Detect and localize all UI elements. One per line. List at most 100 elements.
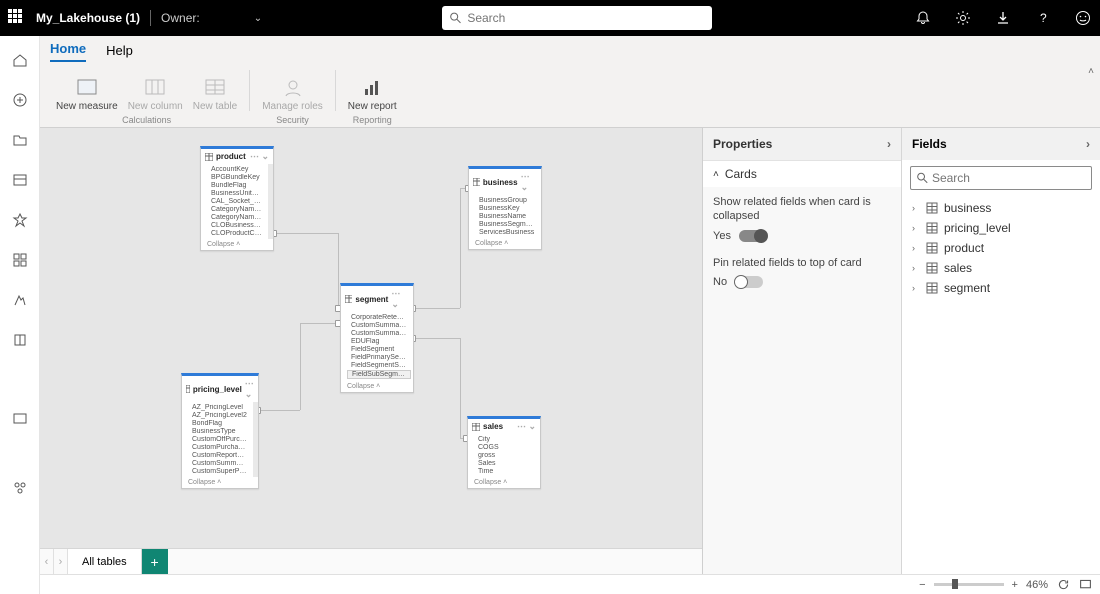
card-more-icon[interactable]: ⋯ ⌄: [521, 171, 537, 193]
card-collapse[interactable]: Collapse ˄: [182, 477, 258, 488]
toggle-pin-related[interactable]: [735, 276, 763, 288]
table-field[interactable]: BusinessName: [479, 213, 535, 220]
fields-item-sales[interactable]: ›sales: [902, 258, 1100, 278]
table-card-sales[interactable]: sales⋯ ⌄ CityCOGSgrossSalesTime Collapse…: [467, 416, 541, 489]
new-column-button[interactable]: New column: [124, 75, 187, 114]
card-more-icon[interactable]: ⋯ ⌄: [250, 151, 269, 162]
table-field[interactable]: CorporateRetentionFlag: [351, 314, 407, 321]
table-field[interactable]: BundleFlag: [211, 182, 262, 189]
help-icon[interactable]: ?: [1034, 9, 1052, 27]
notifications-icon[interactable]: [914, 9, 932, 27]
table-field[interactable]: City: [478, 436, 534, 443]
properties-section-cards[interactable]: ˄ Cards: [703, 160, 901, 187]
table-field[interactable]: Sales: [478, 460, 534, 467]
table-field[interactable]: Time: [478, 468, 534, 475]
owner-dropdown[interactable]: ⌄: [254, 13, 262, 24]
add-diagram-tab[interactable]: +: [142, 549, 168, 574]
fields-item-pricing_level[interactable]: ›pricing_level: [902, 218, 1100, 238]
fields-search[interactable]: [910, 166, 1092, 190]
table-field[interactable]: AZ_PricingLevel2: [192, 412, 247, 419]
download-icon[interactable]: [994, 9, 1012, 27]
table-field[interactable]: EDUFlag: [351, 338, 407, 345]
table-field[interactable]: CustomReportSummaryRateType: [192, 452, 247, 459]
ribbon-collapse-button[interactable]: ˄: [1088, 66, 1094, 77]
monitor-icon[interactable]: [10, 210, 30, 230]
app-launcher-icon[interactable]: [8, 9, 26, 27]
create-icon[interactable]: [10, 90, 30, 110]
toggle-show-related[interactable]: [739, 230, 767, 242]
reset-zoom-icon[interactable]: [1056, 578, 1070, 592]
card-more-icon[interactable]: ⋯ ⌄: [245, 378, 254, 400]
new-report-button[interactable]: New report: [344, 75, 401, 114]
table-field[interactable]: FieldSubSegment: [347, 370, 411, 379]
table-field[interactable]: AZ_PricingLevel: [192, 404, 247, 411]
table-field[interactable]: CAL_Socket_Flag: [211, 198, 262, 205]
table-field[interactable]: CategoryNameCRMField: [211, 206, 262, 213]
table-field[interactable]: CustomSummarySector: [351, 322, 407, 329]
onelake-icon[interactable]: [10, 170, 30, 190]
table-field[interactable]: BusinessGroup: [479, 197, 535, 204]
table-card-pricing-level[interactable]: pricing_level⋯ ⌄ AZ_PricingLevelAZ_Prici…: [181, 373, 259, 489]
table-field[interactable]: FieldSegmentSort: [351, 362, 407, 369]
card-collapse[interactable]: Collapse ˄: [468, 477, 540, 488]
settings-icon[interactable]: [954, 9, 972, 27]
table-field[interactable]: BondFlag: [192, 420, 247, 427]
fields-item-business[interactable]: ›business: [902, 198, 1100, 218]
table-field[interactable]: CategoryNameDetail: [211, 214, 262, 221]
home-icon[interactable]: [10, 50, 30, 70]
tab-home[interactable]: Home: [50, 41, 86, 62]
table-field[interactable]: BusinessKey: [479, 205, 535, 212]
browse-icon[interactable]: [10, 130, 30, 150]
table-field[interactable]: AccountKey: [211, 166, 262, 173]
collapse-fields-icon[interactable]: ›: [1086, 137, 1090, 151]
table-field[interactable]: BusinessType: [192, 428, 247, 435]
table-field[interactable]: CustomOffPurchaseType: [192, 436, 247, 443]
table-card-business[interactable]: business⋯ ⌄ BusinessGroupBusinessKeyBusi…: [468, 166, 542, 250]
apps-icon[interactable]: [10, 250, 30, 270]
table-card-product[interactable]: product⋯ ⌄ AccountKeyBPGBundleKeyBundleF…: [200, 146, 274, 251]
card-collapse[interactable]: Collapse ˄: [201, 239, 273, 250]
workspaces-icon[interactable]: [10, 478, 30, 498]
tab-prev[interactable]: ‹: [40, 549, 54, 574]
global-search-input[interactable]: [467, 11, 704, 25]
zoom-out-button[interactable]: −: [919, 579, 925, 591]
fields-header[interactable]: Fields ›: [902, 128, 1100, 160]
model-canvas[interactable]: product⋯ ⌄ AccountKeyBPGBundleKeyBundleF…: [40, 128, 703, 574]
card-collapse[interactable]: Collapse ˄: [341, 381, 413, 392]
fields-search-input[interactable]: [932, 171, 1085, 185]
table-field[interactable]: BusinessSegmentName: [479, 221, 535, 228]
table-field[interactable]: CustomSummaryPurchaseType: [192, 460, 247, 467]
diagram-tab-all-tables[interactable]: All tables: [68, 549, 142, 574]
table-field[interactable]: CustomSummarySegment: [351, 330, 407, 337]
table-field[interactable]: ServicesBusiness: [479, 229, 535, 236]
card-more-icon[interactable]: ⋯ ⌄: [517, 421, 536, 432]
workspace-icon[interactable]: [10, 408, 30, 428]
table-field[interactable]: CLOProductCombinedServices: [211, 230, 262, 237]
table-field[interactable]: COGS: [478, 444, 534, 451]
tab-next[interactable]: ›: [54, 549, 68, 574]
zoom-slider[interactable]: [934, 583, 1004, 586]
table-field[interactable]: CLOBusinessUnit: [211, 222, 262, 229]
tab-help[interactable]: Help: [106, 43, 133, 62]
card-more-icon[interactable]: ⋯ ⌄: [391, 288, 409, 310]
learn-icon[interactable]: [10, 330, 30, 350]
table-field[interactable]: gross: [478, 452, 534, 459]
fields-item-segment[interactable]: ›segment: [902, 278, 1100, 298]
global-search[interactable]: [442, 6, 712, 30]
table-field[interactable]: FieldPrimarySegment: [351, 354, 407, 361]
table-field[interactable]: BusinessUnitName: [211, 190, 262, 197]
collapse-properties-icon[interactable]: ›: [887, 137, 891, 151]
table-field[interactable]: CustomSuperPricingLevel: [192, 468, 247, 475]
table-field[interactable]: BPGBundleKey: [211, 174, 262, 181]
feedback-icon[interactable]: [1074, 9, 1092, 27]
card-collapse[interactable]: Collapse ˄: [469, 238, 541, 249]
zoom-in-button[interactable]: +: [1012, 579, 1018, 591]
new-measure-button[interactable]: New measure: [52, 75, 122, 114]
new-table-button[interactable]: New table: [189, 75, 241, 114]
manage-roles-button[interactable]: Manage roles: [258, 75, 327, 114]
fit-to-screen-icon[interactable]: [1078, 578, 1092, 592]
table-card-segment[interactable]: segment⋯ ⌄ CorporateRetentionFlagCustomS…: [340, 283, 414, 393]
properties-header[interactable]: Properties ›: [703, 128, 901, 160]
table-field[interactable]: CustomPurchaseType: [192, 444, 247, 451]
table-field[interactable]: FieldSegment: [351, 346, 407, 353]
